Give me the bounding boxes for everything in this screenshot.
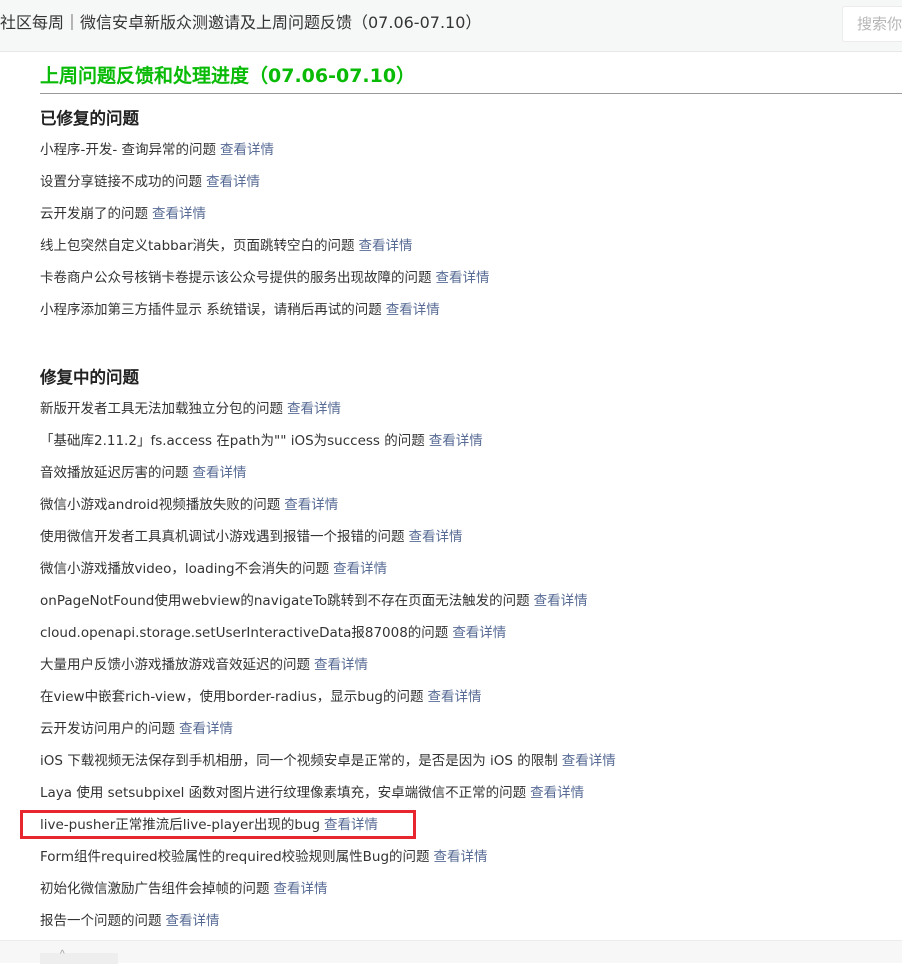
issue-text: 微信小游戏播放video，loading不会消失的问题 <box>40 561 330 577</box>
view-details-link[interactable]: 查看详情 <box>530 785 584 801</box>
view-details-link[interactable]: 查看详情 <box>434 849 488 865</box>
issue-text: 微信小游戏android视频播放失败的问题 <box>40 497 281 513</box>
issue-text: 音效播放延迟厉害的问题 <box>40 465 189 481</box>
issue-text: 卡卷商户公众号核销卡卷提示该公众号提供的服务出现故障的问题 <box>40 270 432 286</box>
issue-text: 新版开发者工具无法加载独立分包的问题 <box>40 401 283 417</box>
view-details-link[interactable]: 查看详情 <box>220 142 274 158</box>
issue-text: 初始化微信激励广告组件会掉帧的问题 <box>40 881 270 897</box>
view-details-link[interactable]: 查看详情 <box>179 721 233 737</box>
list-item: 「基础库2.11.2」fs.access 在path为"" iOS为succes… <box>40 431 483 451</box>
list-item: 云开发崩了的问题 查看详情 <box>40 204 206 224</box>
list-item: 微信小游戏android视频播放失败的问题 查看详情 <box>40 495 338 515</box>
fixed-issues-title: 已修复的问题 <box>40 109 139 128</box>
view-details-link[interactable]: 查看详情 <box>287 401 341 417</box>
view-details-link[interactable]: 查看详情 <box>284 497 338 513</box>
list-item: Form组件required校验属性的required校验规则属性Bug的问题查… <box>40 847 488 867</box>
view-details-link[interactable]: 查看详情 <box>274 881 328 897</box>
issue-text: cloud.openapi.storage.setUserInteractive… <box>40 625 449 641</box>
issue-text: 小程序-开发- 查询异常的问题 <box>40 142 217 158</box>
view-details-link[interactable]: 查看详情 <box>333 561 387 577</box>
list-item: 小程序-开发- 查询异常的问题 查看详情 <box>40 140 274 160</box>
list-item: 在view中嵌套rich-view，使用border-radius，显示bug的… <box>40 687 481 707</box>
list-item: 音效播放延迟厉害的问题 查看详情 <box>40 463 247 483</box>
issue-text: 「基础库2.11.2」fs.access 在path为"" iOS为succes… <box>40 433 425 449</box>
issue-text: 使用微信开发者工具真机调试小游戏遇到报错一个报错的问题 <box>40 529 405 545</box>
issue-text: 小程序添加第三方插件显示 系统错误，请稍后再试的问题 <box>40 302 382 318</box>
list-item: 新版开发者工具无法加载独立分包的问题 查看详情 <box>40 399 341 419</box>
chevron-up-icon: ^ <box>60 949 65 960</box>
view-details-link[interactable]: 查看详情 <box>193 465 247 481</box>
issue-text: 报告一个问题的问题 <box>40 913 162 929</box>
top-bar: 社区每周｜微信安卓新版众测邀请及上周问题反馈（07.06-07.10） <box>0 0 902 52</box>
view-details-link[interactable]: 查看详情 <box>427 689 481 705</box>
view-details-link[interactable]: 查看详情 <box>206 174 260 190</box>
view-details-link[interactable]: 查看详情 <box>386 302 440 318</box>
heading-divider <box>40 93 902 94</box>
list-item: 小程序添加第三方插件显示 系统错误，请稍后再试的问题 查看详情 <box>40 300 440 320</box>
issue-text: Laya 使用 setsubpixel 函数对图片进行纹理像素填充，安卓端微信不… <box>40 785 527 801</box>
view-details-link[interactable]: 查看详情 <box>152 206 206 222</box>
view-details-link[interactable]: 查看详情 <box>429 433 483 449</box>
issue-text: Form组件required校验属性的required校验规则属性Bug的问题 <box>40 849 430 865</box>
list-item: 设置分享链接不成功的问题 查看详情 <box>40 172 260 192</box>
issue-text: 在view中嵌套rich-view，使用border-radius，显示bug的… <box>40 689 424 705</box>
view-details-link[interactable]: 查看详情 <box>452 625 506 641</box>
article-title: 社区每周｜微信安卓新版众测邀请及上周问题反馈（07.06-07.10） <box>0 13 482 32</box>
list-item: 报告一个问题的问题 查看详情 <box>40 911 220 931</box>
back-to-top-button[interactable]: ^ <box>40 949 118 964</box>
list-item: iOS 下载视频无法保存到手机相册，同一个视频安卓是正常的，是否是因为 iOS … <box>40 751 616 771</box>
view-details-link[interactable]: 查看详情 <box>359 238 413 254</box>
issue-text: 设置分享链接不成功的问题 <box>40 174 202 190</box>
fixing-issues-title: 修复中的问题 <box>40 368 139 387</box>
issue-text: 云开发崩了的问题 <box>40 206 148 222</box>
list-item: 初始化微信激励广告组件会掉帧的问题 查看详情 <box>40 879 328 899</box>
list-item: 云开发访问用户的问题 查看详情 <box>40 719 233 739</box>
list-item: Laya 使用 setsubpixel 函数对图片进行纹理像素填充，安卓端微信不… <box>40 783 584 803</box>
section-heading: 上周问题反馈和处理进度（07.06-07.10） <box>40 65 416 87</box>
list-item: 使用微信开发者工具真机调试小游戏遇到报错一个报错的问题 查看详情 <box>40 527 463 547</box>
list-item: 卡卷商户公众号核销卡卷提示该公众号提供的服务出现故障的问题 查看详情 <box>40 268 490 288</box>
view-details-link[interactable]: 查看详情 <box>436 270 490 286</box>
issue-text: onPageNotFound使用webview的navigateTo跳转到不存在… <box>40 593 530 609</box>
list-item: cloud.openapi.storage.setUserInteractive… <box>40 623 506 643</box>
search-box[interactable] <box>842 6 902 42</box>
view-details-link[interactable]: 查看详情 <box>314 657 368 673</box>
view-details-link[interactable]: 查看详情 <box>409 529 463 545</box>
view-details-link[interactable]: 查看详情 <box>166 913 220 929</box>
view-details-link[interactable]: 查看详情 <box>534 593 588 609</box>
view-details-link[interactable]: 查看详情 <box>562 753 616 769</box>
issue-text: 大量用户反馈小游戏播放游戏音效延迟的问题 <box>40 657 310 673</box>
highlight-box <box>20 810 416 839</box>
issue-text: iOS 下载视频无法保存到手机相册，同一个视频安卓是正常的，是否是因为 iOS … <box>40 753 558 769</box>
list-item: onPageNotFound使用webview的navigateTo跳转到不存在… <box>40 591 588 611</box>
issue-text: 云开发访问用户的问题 <box>40 721 175 737</box>
list-item: 大量用户反馈小游戏播放游戏音效延迟的问题 查看详情 <box>40 655 368 675</box>
footer-bar: ^ <box>0 940 902 964</box>
list-item: 微信小游戏播放video，loading不会消失的问题 查看详情 <box>40 559 387 579</box>
issue-text: 线上包突然自定义tabbar消失，页面跳转空白的问题 <box>40 238 355 254</box>
list-item: 线上包突然自定义tabbar消失，页面跳转空白的问题 查看详情 <box>40 236 413 256</box>
search-input[interactable] <box>843 7 902 41</box>
